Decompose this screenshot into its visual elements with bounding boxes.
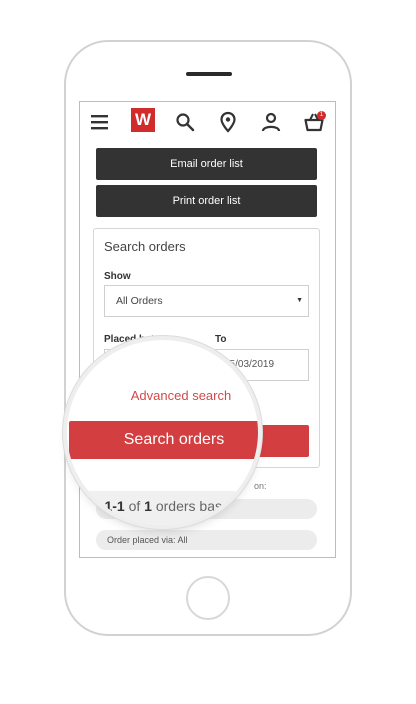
email-order-list-button[interactable]: Email order list [96,148,317,180]
top-navigation-bar: W 1 [80,102,335,142]
logo-letter: W [134,110,152,129]
phone-speaker [186,72,232,76]
panel-title: Search orders [104,239,186,254]
location-icon[interactable] [216,110,240,134]
search-orders-button-zoomed[interactable]: Search orders [69,421,258,459]
dropdown-arrow-icon: ▼ [296,297,303,304]
results-summary-text: ng 1-1 of 1 orders base [85,498,230,514]
show-select-value: All Orders [116,295,163,307]
search-icon[interactable] [173,110,197,134]
advanced-search-link[interactable]: Advanced search [67,388,258,403]
show-select[interactable]: All Orders ▼ [104,285,309,317]
menu-icon[interactable] [88,110,112,134]
results-range: 1-1 [104,498,125,514]
results-suffix: orders base [151,498,230,514]
filter-description: on: [254,481,267,491]
results-of: of [124,498,145,514]
results-prefix: ng [85,498,105,514]
filter-chip-order-via[interactable]: Order placed via: All [96,530,317,550]
cart-count-badge: 1 [317,111,326,120]
results-count: 1 [144,498,152,514]
print-order-list-button[interactable]: Print order list [96,185,317,217]
phone-home-button [186,576,230,620]
show-label: Show [104,271,131,282]
to-label: To [215,334,227,345]
account-icon[interactable] [259,110,283,134]
brand-logo[interactable]: W [131,108,155,132]
zoom-magnifier: Advanced search Search orders ng 1-1 of … [67,340,258,525]
